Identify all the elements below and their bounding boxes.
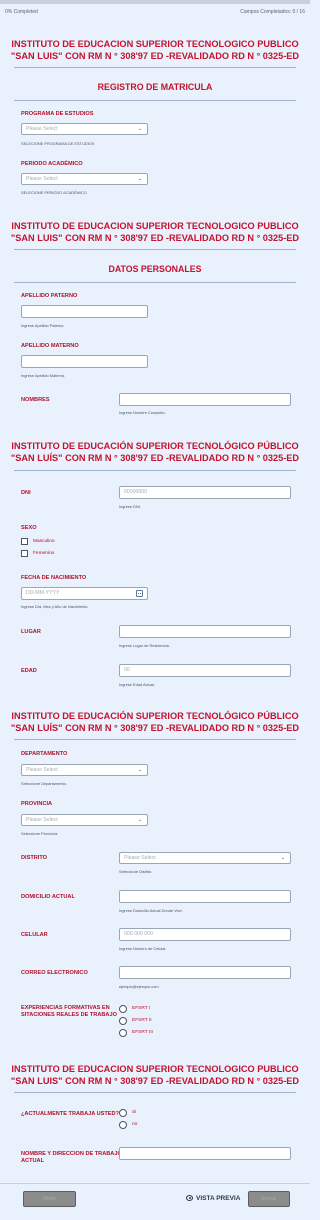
chevron-down-icon: ⌄ xyxy=(137,176,142,182)
institute-title-4: INSTITUTO DE EDUCACIÓN SUPERIOR TECNOLÓG… xyxy=(10,711,300,733)
distrito-label: DISTRITO xyxy=(21,855,48,861)
divider xyxy=(14,739,296,740)
nombres-input[interactable] xyxy=(119,393,291,406)
provincia-select[interactable]: Please Select ⌄ xyxy=(21,814,148,826)
trabaja-si-label: Si xyxy=(132,1110,137,1115)
provincia-help: Seleccione Provincia. xyxy=(21,831,59,836)
dni-input[interactable]: 00000000 xyxy=(119,486,291,499)
chevron-down-icon: ⌄ xyxy=(137,817,142,823)
dni-help: Ingrese DNI. xyxy=(119,504,141,509)
trabaja-no-radio[interactable] xyxy=(119,1121,127,1129)
divider xyxy=(14,249,296,250)
divider xyxy=(14,100,296,101)
sexo-masculino-label: Masculino xyxy=(33,539,55,544)
institute-title-2: INSTITUTO DE EDUCACION SUPERIOR TECNOLOG… xyxy=(10,221,300,243)
celular-label: CELULAR xyxy=(21,932,48,938)
trabaja-si-radio[interactable] xyxy=(119,1109,127,1117)
celular-help: Ingrese Número de Celular. xyxy=(119,946,167,951)
divider xyxy=(14,67,296,68)
eye-icon xyxy=(186,1195,193,1202)
programa-select[interactable]: Please Select ⌄ xyxy=(21,123,148,135)
lugar-help: Ingrese Lugar de Residencia. xyxy=(119,643,170,648)
fecha-nacimiento-help: Ingrese Día, Mes y Año de Nacimiento. xyxy=(21,604,89,609)
correo-label: CORREO ELECTRONICO xyxy=(21,970,88,976)
fecha-nacimiento-label: FECHA DE NACIMIENTO xyxy=(21,575,87,581)
apellido-materno-label: APELLIDO MATERNO xyxy=(21,343,79,349)
fecha-nacimiento-input[interactable]: DD-MM-YYYY xyxy=(21,587,148,600)
trabaja-no-label: no xyxy=(132,1122,138,1127)
efsrt-1-label: EFSRT I xyxy=(132,1006,151,1011)
domicilio-label: DOMICILIO ACTUAL xyxy=(21,894,75,900)
correo-input[interactable] xyxy=(119,966,291,979)
apellido-paterno-input[interactable] xyxy=(21,305,148,318)
provincia-label: PROVINCIA xyxy=(21,801,53,807)
apellido-paterno-help: Ingrese Apellido Paterno. xyxy=(21,323,65,328)
submit-button[interactable]: Enviar xyxy=(248,1191,290,1207)
progress-percent: 0% Completed xyxy=(5,9,38,15)
departamento-select[interactable]: Please Select ⌄ xyxy=(21,764,148,776)
distrito-select[interactable]: Please Select ⌄ xyxy=(119,852,291,864)
distrito-help: Seleccione Distrito. xyxy=(119,869,153,874)
programa-help: SELECIONE PROGRAMA DE ESTUDIOS xyxy=(21,141,95,146)
calendar-icon[interactable] xyxy=(136,590,143,597)
edad-label: EDAD xyxy=(21,668,37,674)
sexo-label: SEXO xyxy=(21,525,37,531)
efsrt-1-radio[interactable] xyxy=(119,1005,127,1013)
departamento-label: DEPARTAMENTO xyxy=(21,751,68,757)
edad-input[interactable]: 00 xyxy=(119,664,291,677)
experiencias-label: EXPERIENCIAS FORMATIVAS EN SITACIONES REA… xyxy=(21,1005,117,1018)
chevron-down-icon: ⌄ xyxy=(137,767,142,773)
chevron-down-icon: ⌄ xyxy=(280,855,285,861)
divider xyxy=(14,1092,296,1093)
progress-bar xyxy=(0,0,310,4)
preview-button[interactable]: VISTA PREVIA xyxy=(186,1191,240,1207)
dni-label: DNI xyxy=(21,490,31,496)
section-title-registro: REGISTRO DE MATRICULA xyxy=(97,82,213,92)
fields-completed-count: Campos Completados: 0 / 16 xyxy=(240,9,305,15)
trabaja-label: ¿ACTUALMENTE TRABAJA USTED? xyxy=(21,1111,119,1117)
divider xyxy=(14,282,296,283)
divider xyxy=(14,470,296,471)
efsrt-3-radio[interactable] xyxy=(119,1029,127,1037)
trabajo-nombre-input[interactable] xyxy=(119,1147,291,1160)
periodo-help: SELECIONE PERIODO ACADÉMICO xyxy=(21,190,87,195)
nombres-label: NOMBRES xyxy=(21,397,50,403)
institute-title-3: INSTITUTO DE EDUCACIÓN SUPERIOR TECNOLÓG… xyxy=(10,441,300,463)
programa-label: PROGRAMA DE ESTUDIOS xyxy=(21,111,94,117)
section-title-datos: DATOS PERSONALES xyxy=(108,264,202,274)
nombres-help: Ingrese Nombre Completo. xyxy=(119,410,166,415)
sexo-masculino-checkbox[interactable] xyxy=(21,538,28,545)
efsrt-2-radio[interactable] xyxy=(119,1017,127,1025)
domicilio-help: Ingrese Domicilio Actual Donde Vive. xyxy=(119,908,183,913)
lugar-input[interactable] xyxy=(119,625,291,638)
periodo-select[interactable]: Please Select ⌄ xyxy=(21,173,148,185)
chevron-down-icon: ⌄ xyxy=(137,126,142,132)
departamento-help: Seleccione Departamento. xyxy=(21,781,67,786)
periodo-label: PERIODO ACADÉMICO xyxy=(21,161,83,167)
back-button[interactable]: Atrás xyxy=(23,1191,76,1207)
lugar-label: LUGAR xyxy=(21,629,41,635)
sexo-femenino-checkbox[interactable] xyxy=(21,550,28,557)
edad-help: Ingrese Edad Actual. xyxy=(119,682,155,687)
footer-divider xyxy=(0,1183,310,1184)
apellido-paterno-label: APELLIDO PATERNO xyxy=(21,293,78,299)
institute-title-1: INSTITUTO DE EDUCACION SUPERIOR TECNOLOG… xyxy=(10,39,300,61)
progress-row: 0% Completed Campos Completados: 0 / 16 xyxy=(0,6,310,18)
apellido-materno-help: Ingrese Apellido Materno. xyxy=(21,373,66,378)
sexo-femenino-label: Femenino xyxy=(33,551,55,556)
domicilio-input[interactable] xyxy=(119,890,291,903)
celular-input[interactable]: 000 000 000 xyxy=(119,928,291,941)
institute-title-5: INSTITUTO DE EDUCACION SUPERIOR TECNOLOG… xyxy=(10,1064,300,1086)
efsrt-2-label: EFSRT II xyxy=(132,1018,152,1023)
trabajo-nombre-label: NOMBRE Y DIRECCION DE TRABAJO ACTUAL xyxy=(21,1151,122,1164)
apellido-materno-input[interactable] xyxy=(21,355,148,368)
efsrt-3-label: EFSRT III xyxy=(132,1030,153,1035)
correo-help: ejemplo@ejemplo.com xyxy=(119,984,159,989)
